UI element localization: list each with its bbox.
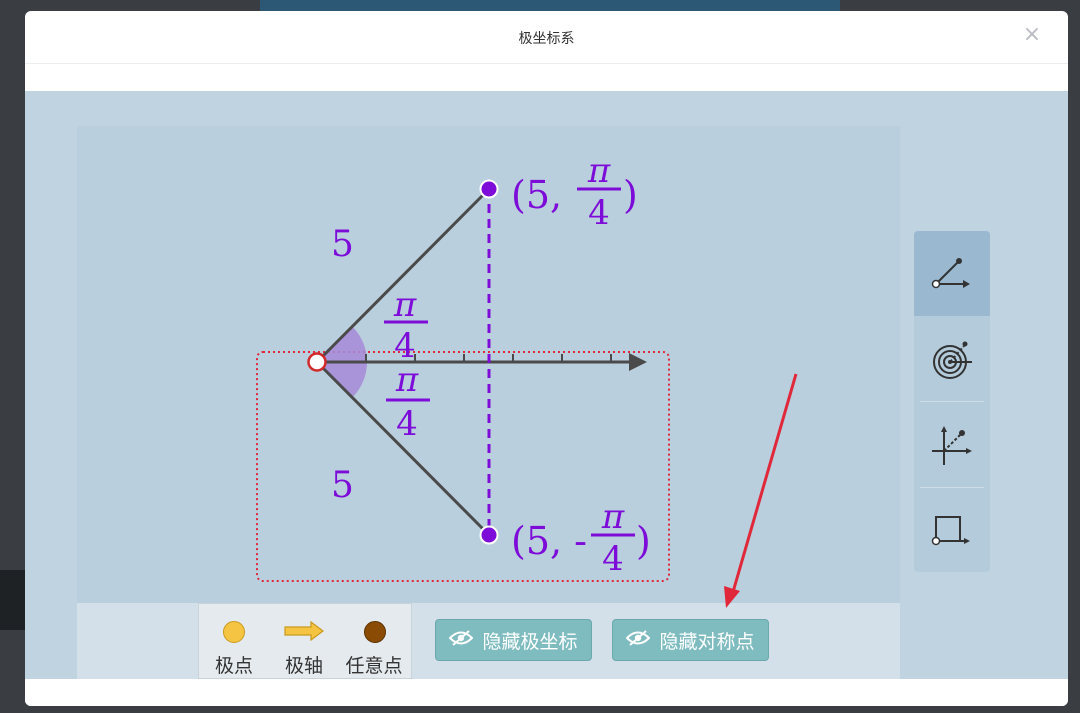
annotation-arrow (724, 373, 798, 608)
